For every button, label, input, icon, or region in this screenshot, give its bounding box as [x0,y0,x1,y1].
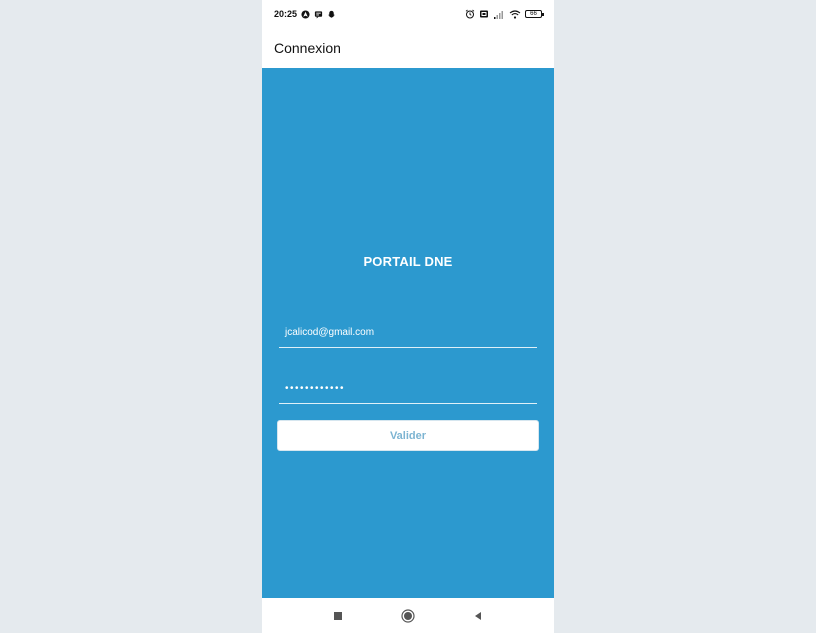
sim-icon [479,9,489,19]
alarm-icon [465,9,475,19]
navigation-bar [262,598,554,633]
back-icon[interactable] [466,604,490,628]
password-value: •••••••••••• [285,383,346,394]
status-time: 20:25 [274,9,298,19]
signal-icon [493,10,505,19]
portal-heading: PORTAIL DNE [363,254,453,269]
message-icon [314,10,323,19]
app-bar: Connexion [262,28,554,68]
page-title: Connexion [274,40,341,56]
snapchat-icon [327,10,336,19]
status-bar-right: 66 [465,9,544,19]
battery-icon: 66 [525,10,544,18]
email-field[interactable]: jcalicod@gmail.com [279,318,537,348]
phone-screen: 20:25 66 Connexion PORTAIL DNE jcalicod@… [262,0,554,633]
status-bar: 20:25 66 [262,0,554,28]
email-value: jcalicod@gmail.com [285,327,375,338]
android-auto-icon [301,9,310,19]
wifi-icon [509,9,521,19]
password-field[interactable]: •••••••••••• [279,374,537,404]
login-panel: PORTAIL DNE jcalicod@gmail.com •••••••••… [262,68,554,598]
status-bar-left: 20:25 [274,9,336,19]
recent-apps-icon[interactable] [326,604,350,628]
home-icon[interactable] [396,604,420,628]
submit-button[interactable]: Valider [277,420,539,451]
submit-button-label: Valider [389,429,427,442]
